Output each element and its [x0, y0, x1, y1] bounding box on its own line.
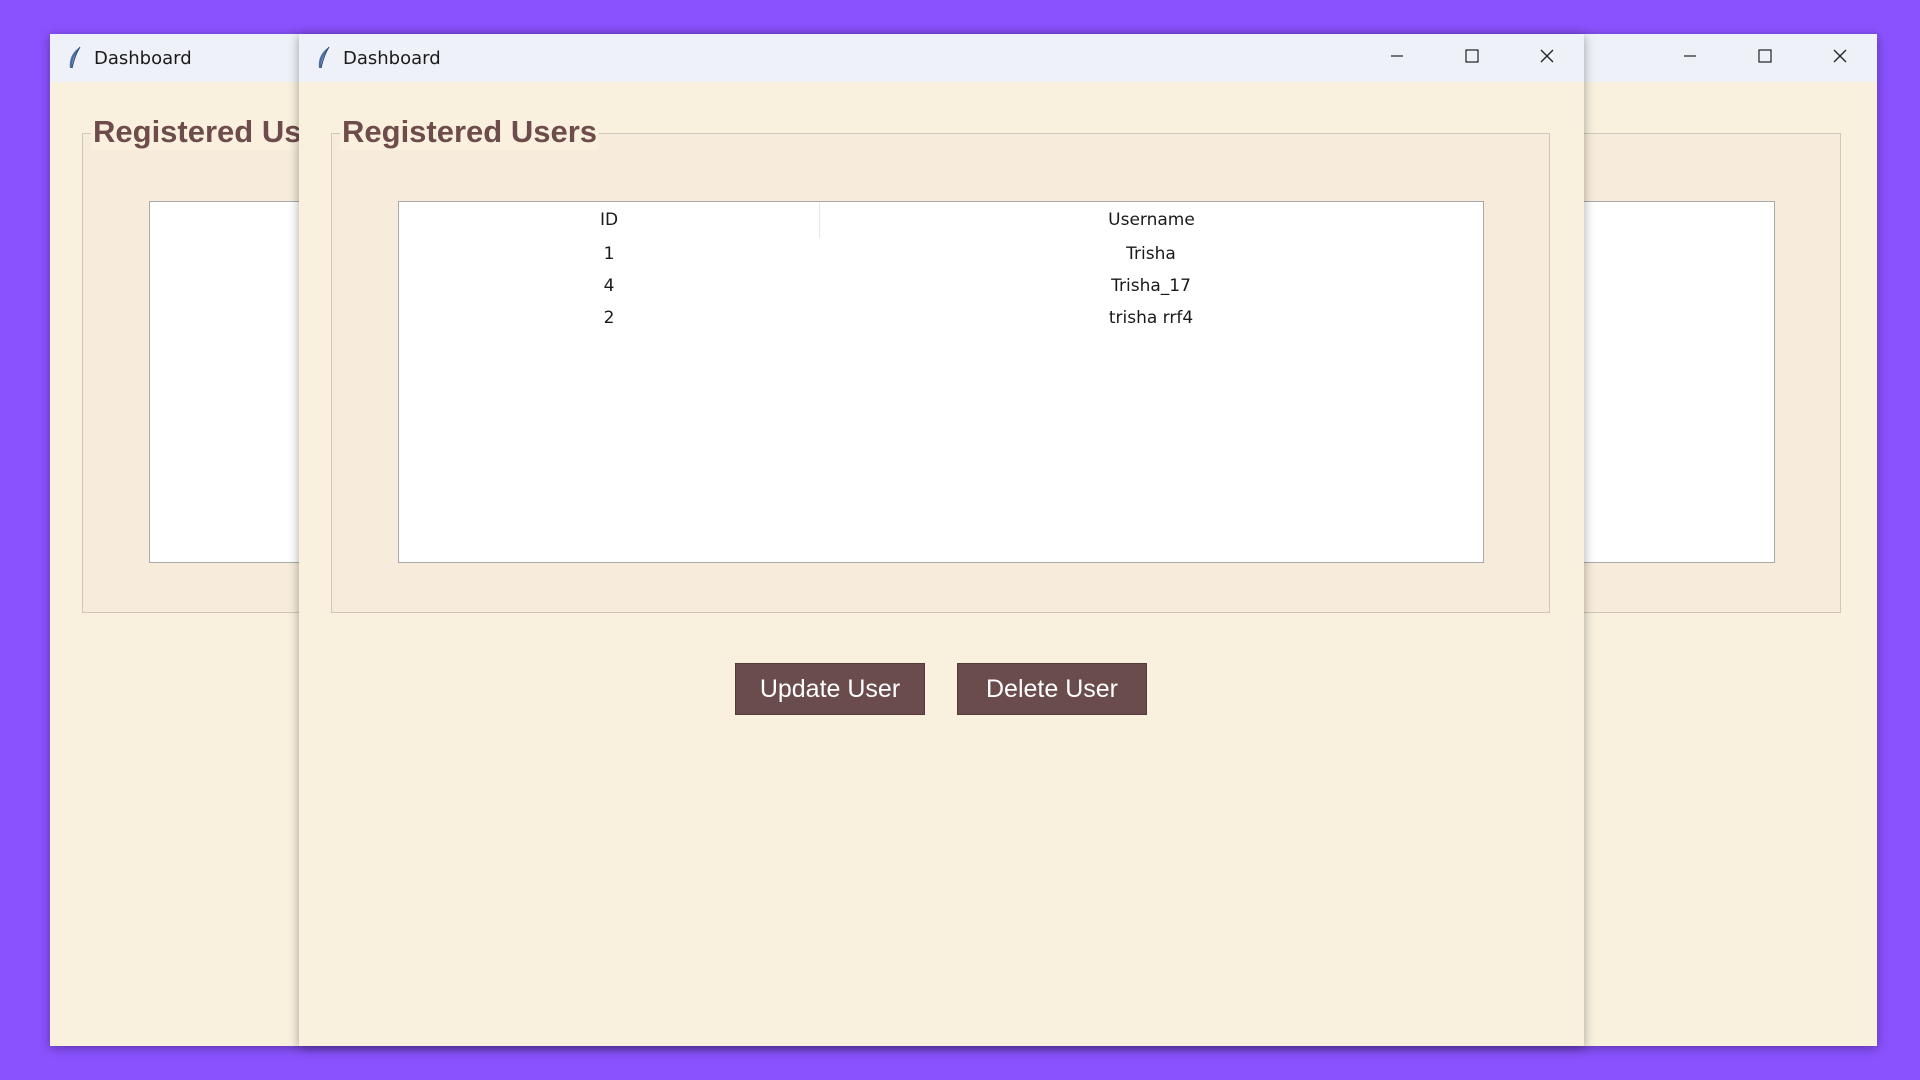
- back-window-controls: [1652, 34, 1877, 82]
- table-row[interactable]: 2 trisha rrf4: [399, 302, 1483, 334]
- close-button[interactable]: [1802, 34, 1877, 82]
- cell-username: trisha rrf4: [1108, 308, 1194, 328]
- users-table[interactable]: ID Username 1 Trisha 4 Trisha_17 2 trish…: [398, 201, 1484, 563]
- feather-icon: [315, 46, 333, 70]
- delete-user-button[interactable]: Delete User: [957, 663, 1147, 715]
- update-user-button[interactable]: Update User: [735, 663, 925, 715]
- minimize-button[interactable]: [1359, 34, 1434, 82]
- table-row[interactable]: 1 Trisha: [399, 238, 1483, 270]
- maximize-icon: [1464, 48, 1480, 69]
- table-row[interactable]: 4 Trisha_17: [399, 270, 1483, 302]
- cell-username: Trisha: [1126, 244, 1176, 264]
- maximize-icon: [1757, 48, 1773, 69]
- front-window: Dashboard Registered Users ID Username 1…: [299, 34, 1584, 1046]
- table-body: 1 Trisha 4 Trisha_17 2 trisha rrf4: [399, 238, 1483, 334]
- feather-icon: [66, 46, 84, 70]
- column-header-username[interactable]: Username: [820, 202, 1483, 238]
- minimize-button[interactable]: [1652, 34, 1727, 82]
- cell-id: 4: [603, 276, 615, 296]
- frame-title: Registered Users: [340, 114, 600, 150]
- minimize-icon: [1682, 48, 1698, 69]
- cell-username: Trisha_17: [1111, 276, 1191, 296]
- maximize-button[interactable]: [1434, 34, 1509, 82]
- table-header: ID Username: [399, 202, 1483, 238]
- front-window-titlebar[interactable]: Dashboard: [299, 34, 1584, 82]
- cell-id: 2: [603, 308, 615, 328]
- back-window-title: Dashboard: [94, 47, 192, 69]
- close-button[interactable]: [1509, 34, 1584, 82]
- close-icon: [1832, 48, 1848, 69]
- cell-id: 1: [603, 244, 615, 264]
- maximize-button[interactable]: [1727, 34, 1802, 82]
- front-window-controls: [1359, 34, 1584, 82]
- column-header-id[interactable]: ID: [399, 202, 820, 238]
- close-icon: [1539, 48, 1555, 69]
- minimize-icon: [1389, 48, 1405, 69]
- front-window-title: Dashboard: [343, 47, 441, 69]
